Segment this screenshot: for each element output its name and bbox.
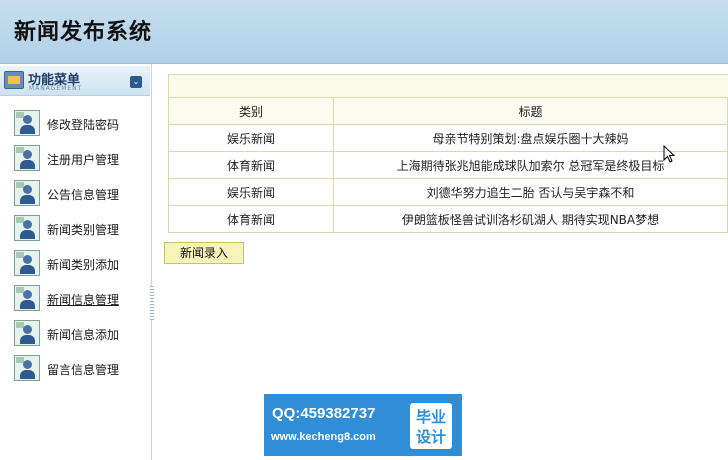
user-card-icon <box>14 215 40 241</box>
menu-header: 功能菜单 MANAGEMENT ⌄ <box>0 66 150 96</box>
sidebar-item-message-management[interactable]: 留言信息管理 <box>0 353 150 383</box>
user-card-icon <box>14 355 40 381</box>
user-card-icon <box>14 250 40 276</box>
table-row: 娱乐新闻 刘德华努力追生二胎 否认与吴宇森不和 <box>168 178 728 206</box>
user-card-icon <box>14 180 40 206</box>
news-table: 类别 标题 娱乐新闻 母亲节特别策划:盘点娱乐圈十大辣妈 体育新闻 上海期待张兆… <box>168 97 728 233</box>
table-header-row: 类别 标题 <box>168 97 728 125</box>
column-header-title: 标题 <box>333 97 728 125</box>
news-title-link[interactable]: 伊朗篮板怪兽试训洛杉矶湖人 期待实现NBA梦想 <box>333 205 728 233</box>
menu-subtitle: MANAGEMENT <box>29 85 83 92</box>
table-row: 体育新闻 伊朗篮板怪兽试训洛杉矶湖人 期待实现NBA梦想 <box>168 205 728 233</box>
mouse-cursor-icon <box>663 145 675 163</box>
frame-splitter-handle[interactable] <box>150 286 154 320</box>
news-category-cell: 娱乐新闻 <box>168 178 334 206</box>
sidebar-item-category-management[interactable]: 新闻类别管理 <box>0 213 150 243</box>
sidebar-item-notice-management[interactable]: 公告信息管理 <box>0 178 150 208</box>
content-title-bar <box>168 74 728 98</box>
sidebar-item-label: 新闻类别管理 <box>47 223 120 237</box>
watermark-qq-text: QQ:459382737 <box>272 405 376 422</box>
sidebar-item-news-add[interactable]: 新闻信息添加 <box>0 318 150 348</box>
watermark-url-text: www.kecheng8.com <box>271 431 376 443</box>
sidebar-item-news-management[interactable]: 新闻信息管理 <box>0 283 150 313</box>
sidebar-item-label: 注册用户管理 <box>47 153 120 167</box>
table-row: 娱乐新闻 母亲节特别策划:盘点娱乐圈十大辣妈 <box>168 124 728 152</box>
user-card-icon <box>14 110 40 136</box>
sidebar-item-label: 新闻类别添加 <box>47 258 120 272</box>
sidebar-item-user-management[interactable]: 注册用户管理 <box>0 143 150 173</box>
user-card-icon <box>14 145 40 171</box>
app-header: 新闻发布系统 <box>0 0 728 64</box>
sidebar-item-label: 新闻信息管理 <box>47 293 120 307</box>
table-row: 体育新闻 上海期待张兆旭能成球队加索尔 总冠军是终极目标 <box>168 151 728 179</box>
news-title-link[interactable]: 刘德华努力追生二胎 否认与吴宇森不和 <box>333 178 728 206</box>
sidebar-item-label: 公告信息管理 <box>47 188 120 202</box>
column-header-category: 类别 <box>168 97 334 125</box>
app-title: 新闻发布系统 <box>14 20 153 45</box>
menu-folder-icon <box>4 71 24 89</box>
sidebar-item-label: 修改登陆密码 <box>47 118 120 132</box>
watermark-badge-line2: 设计 <box>415 428 446 446</box>
sidebar: 功能菜单 MANAGEMENT ⌄ 修改登陆密码 注册用户管理 公告信息管理 新… <box>0 64 152 460</box>
watermark-badge-line1: 毕业 <box>415 408 446 426</box>
news-category-cell: 体育新闻 <box>168 205 334 233</box>
sidebar-item-category-add[interactable]: 新闻类别添加 <box>0 248 150 278</box>
sidebar-item-label: 新闻信息添加 <box>47 328 120 342</box>
sidebar-item-change-password[interactable]: 修改登陆密码 <box>0 108 150 138</box>
user-card-icon <box>14 320 40 346</box>
add-news-button[interactable]: 新闻录入 <box>164 242 244 264</box>
watermark-banner: QQ:459382737 www.kecheng8.com 毕业 设计 <box>264 394 462 456</box>
news-category-cell: 娱乐新闻 <box>168 124 334 152</box>
collapse-menu-icon[interactable]: ⌄ <box>130 76 142 88</box>
user-card-icon <box>14 285 40 311</box>
watermark-badge: 毕业 设计 <box>410 403 452 449</box>
news-category-cell: 体育新闻 <box>168 151 334 179</box>
sidebar-item-label: 留言信息管理 <box>47 363 120 377</box>
